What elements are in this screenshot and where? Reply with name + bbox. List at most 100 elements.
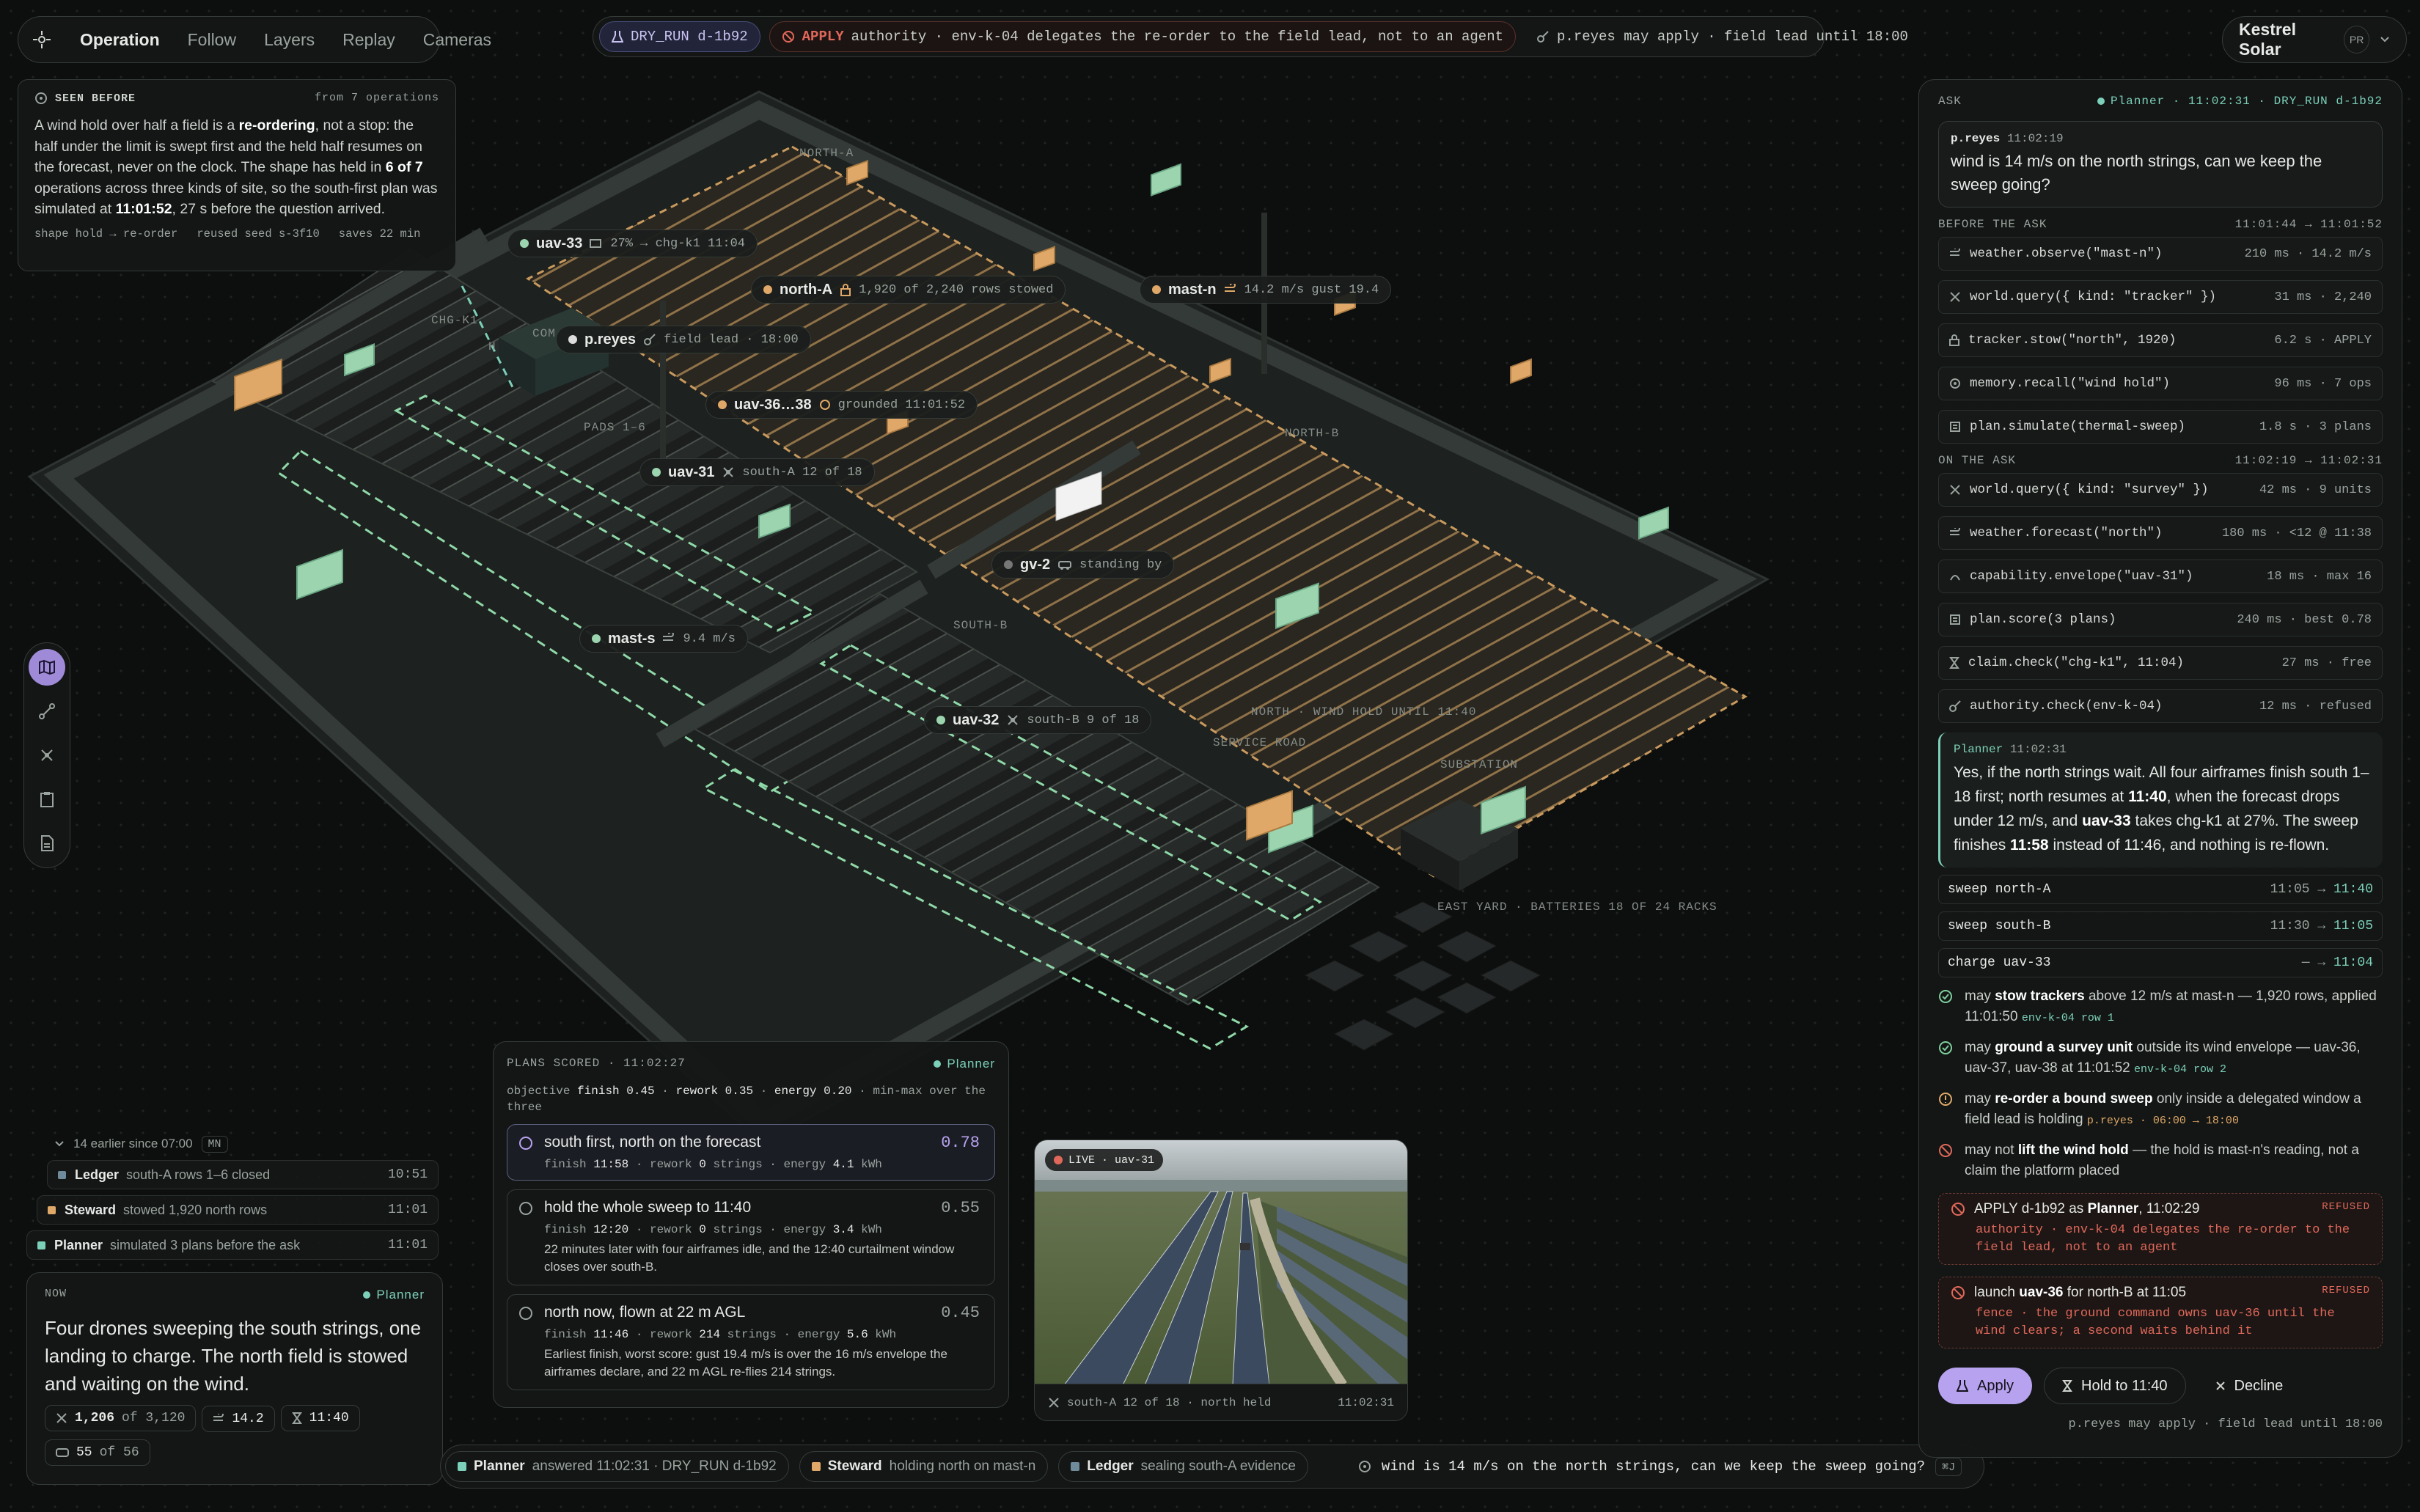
seen-before-title: SEEN BEFORE bbox=[55, 92, 136, 105]
stat-wind: 14.2 bbox=[202, 1406, 275, 1432]
drone-icon bbox=[39, 747, 55, 763]
tab-cameras[interactable]: Cameras bbox=[423, 30, 491, 50]
radio-icon bbox=[56, 1447, 69, 1458]
ask-panel: ASK Planner · 11:02:31 · DRY_RUN d-1b92 … bbox=[1918, 79, 2402, 1458]
close-icon bbox=[2215, 1381, 2226, 1391]
label-mast-s[interactable]: mast-s 9.4 m/s bbox=[579, 625, 748, 653]
agent-swatch bbox=[48, 1205, 56, 1214]
battery-icon bbox=[590, 238, 603, 249]
feed-row-steward[interactable]: Steward stowed 1,920 north rows 11:01 bbox=[37, 1195, 439, 1225]
map-view-button[interactable] bbox=[29, 649, 65, 686]
agent-swatch bbox=[37, 1241, 45, 1249]
plan-description: 22 minutes later with four airframes idl… bbox=[544, 1242, 955, 1274]
tool-call-row[interactable]: capability.envelope("uav-31") 18 ms · max… bbox=[1938, 559, 2383, 593]
zone-north-a: NORTH-A bbox=[799, 147, 854, 160]
apply-footnote: p.reyes may apply · field lead until 18:… bbox=[2068, 1417, 2383, 1431]
tool-call-row[interactable]: world.query({ kind: "survey" }) 42 ms · 9… bbox=[1938, 473, 2383, 507]
label-north-a[interactable]: north-A 1,920 of 2,240 rows stowed bbox=[751, 276, 1066, 304]
label-uav-32[interactable]: uav-32 south-B 9 of 18 bbox=[924, 706, 1152, 734]
label-gv-2[interactable]: gv-2 standing by bbox=[991, 551, 1175, 579]
drone-icon bbox=[722, 466, 735, 479]
label-p-reyes[interactable]: p.reyes field lead · 18:00 bbox=[556, 326, 811, 353]
label-uav-33[interactable]: uav-33 27% → chg-k1 11:04 bbox=[507, 230, 758, 257]
seen-before-seed[interactable]: reused seed s-3f10 bbox=[197, 227, 319, 241]
camera-image bbox=[1035, 1140, 1407, 1385]
stat-hold-until: 11:40 bbox=[280, 1405, 360, 1431]
document-tool-button[interactable] bbox=[29, 825, 65, 862]
tool-call-row[interactable]: tracker.stow("north", 1920) 6.2 s · APPLY bbox=[1938, 323, 2383, 357]
plan-radio[interactable] bbox=[519, 1307, 532, 1320]
ask-input[interactable]: wind is 14 m/s on the north strings, can… bbox=[1358, 1457, 1962, 1476]
tool-rail bbox=[23, 642, 70, 868]
tool-call-row[interactable]: plan.score(3 plans) 240 ms · best 0.78 bbox=[1938, 603, 2383, 636]
live-camera-feed[interactable]: LIVE · uav-31 south-A 12 of 18 · north h… bbox=[1034, 1139, 1408, 1421]
agent-swatch bbox=[811, 1462, 821, 1471]
drone-tool-button[interactable] bbox=[29, 737, 65, 774]
avatar[interactable]: PR bbox=[2344, 26, 2369, 54]
org-switcher[interactable]: Kestrel Solar PR bbox=[2222, 16, 2407, 63]
drone-icon bbox=[1048, 1397, 1060, 1409]
hourglass-icon bbox=[291, 1412, 302, 1424]
plan-option-2[interactable]: hold the whole sweep to 11:40 0.55 finish… bbox=[507, 1189, 995, 1285]
feed-earlier-label: 14 earlier since 07:00 bbox=[73, 1137, 193, 1150]
feed-row-ledger[interactable]: Ledger south-A rows 1–6 closed 10:51 bbox=[47, 1160, 439, 1189]
tool-call-row[interactable]: memory.recall("wind hold") 96 ms · 7 ops bbox=[1938, 367, 2383, 400]
tool-call-row[interactable]: weather.forecast("north") 180 ms · <12 @ … bbox=[1938, 516, 2383, 550]
route-tool-button[interactable] bbox=[29, 693, 65, 730]
tab-layers[interactable]: Layers bbox=[264, 30, 315, 50]
query-icon bbox=[1949, 484, 1961, 496]
tool-call-row[interactable]: world.query({ kind: "tracker" }) 31 ms · … bbox=[1938, 280, 2383, 314]
apply-status-text: authority · env-k-04 delegates the re-or… bbox=[851, 29, 1504, 45]
feed-earlier[interactable]: 14 earlier since 07:00 MN bbox=[26, 1131, 437, 1157]
wind-icon bbox=[1224, 284, 1237, 296]
map-icon bbox=[38, 659, 56, 675]
hold-button[interactable]: Hold to 11:40 bbox=[2044, 1368, 2186, 1404]
now-text: Four drones sweeping the south strings, … bbox=[45, 1317, 422, 1395]
permit-chip[interactable]: p.reyes may apply · field lead until 18:… bbox=[1525, 21, 1920, 52]
tool-call-row[interactable]: plan.simulate(thermal-sweep) 1.8 s · 3 pl… bbox=[1938, 410, 2383, 444]
apply-refused-chip[interactable]: APPLY authority · env-k-04 delegates the… bbox=[769, 21, 1517, 52]
plans-agent: Planner bbox=[947, 1057, 995, 1071]
label-uav-31[interactable]: uav-31 south-A 12 of 18 bbox=[639, 458, 875, 486]
agent-chip-planner[interactable]: Planner answered 11:02:31 · DRY_RUN d-1b9… bbox=[445, 1451, 789, 1482]
drone-icon bbox=[56, 1412, 67, 1424]
decline-button[interactable]: Decline bbox=[2198, 1368, 2301, 1404]
plan-radio[interactable] bbox=[519, 1137, 532, 1150]
plan-option-1[interactable]: south first, north on the forecast 0.78 f… bbox=[507, 1124, 995, 1181]
agent-dot bbox=[2097, 98, 2105, 105]
hourglass-icon bbox=[2062, 1380, 2072, 1392]
label-mast-n[interactable]: mast-n 14.2 m/s gust 19.4 bbox=[1140, 276, 1392, 304]
plan-option-3[interactable]: north now, flown at 22 m AGL 0.45 finish … bbox=[507, 1294, 995, 1390]
blocked-icon bbox=[782, 30, 795, 43]
agent-swatch bbox=[458, 1462, 466, 1471]
clipboard-icon bbox=[40, 791, 54, 807]
schedule-row[interactable]: sweep north-A 11:05 → 11:40 bbox=[1938, 875, 2383, 904]
feed-row-planner[interactable]: Planner simulated 3 plans before the ask … bbox=[26, 1230, 439, 1260]
clipboard-tool-button[interactable] bbox=[29, 781, 65, 818]
schedule-row[interactable]: charge uav-33— → 11:04 bbox=[1938, 948, 2383, 977]
plan-description: Earliest finish, worst score: gust 19.4 … bbox=[544, 1347, 947, 1379]
live-caption: south-A 12 of 18 · north held 11:02:31 bbox=[1035, 1384, 1407, 1420]
agent-chip-ledger[interactable]: Ledger sealing south-A evidence bbox=[1058, 1451, 1308, 1482]
agent-chip-steward[interactable]: Steward holding north on mast-n bbox=[799, 1451, 1049, 1482]
plans-scored-card: PLANS SCORED · 11:02:27 Planner objectiv… bbox=[493, 1041, 1009, 1408]
check-icon bbox=[1938, 989, 1954, 1029]
stat-strings: 1,206 of 3,120 bbox=[45, 1405, 197, 1431]
schedule-row[interactable]: sweep south-B 11:30 → 11:05 bbox=[1938, 911, 2383, 941]
tool-call-row[interactable]: claim.check("chg-k1", 11:04) 27 ms · free bbox=[1938, 646, 2383, 680]
tool-call-row[interactable]: weather.observe("mast-n") 210 ms · 14.2 m… bbox=[1938, 237, 2383, 271]
plan-score: 0.45 bbox=[941, 1304, 980, 1322]
agent-swatch bbox=[1071, 1462, 1080, 1471]
plan-radio[interactable] bbox=[519, 1202, 532, 1215]
app-logo-icon[interactable] bbox=[32, 26, 52, 53]
tab-replay[interactable]: Replay bbox=[342, 30, 395, 50]
tool-call-row[interactable]: authority.check(env-k-04) 12 ms · refused bbox=[1938, 689, 2383, 723]
apply-button[interactable]: Apply bbox=[1938, 1368, 2033, 1404]
ask-shortcut: ⌘J bbox=[1935, 1457, 1962, 1476]
label-uav-36-38[interactable]: uav-36…38 grounded 11:01:52 bbox=[705, 391, 978, 419]
tab-operation[interactable]: Operation bbox=[80, 30, 160, 50]
lock-icon bbox=[1949, 334, 1959, 346]
tab-follow[interactable]: Follow bbox=[188, 30, 236, 50]
dry-run-badge[interactable]: DRY_RUN d-1b92 bbox=[599, 21, 760, 52]
plan-icon bbox=[1949, 614, 1961, 625]
